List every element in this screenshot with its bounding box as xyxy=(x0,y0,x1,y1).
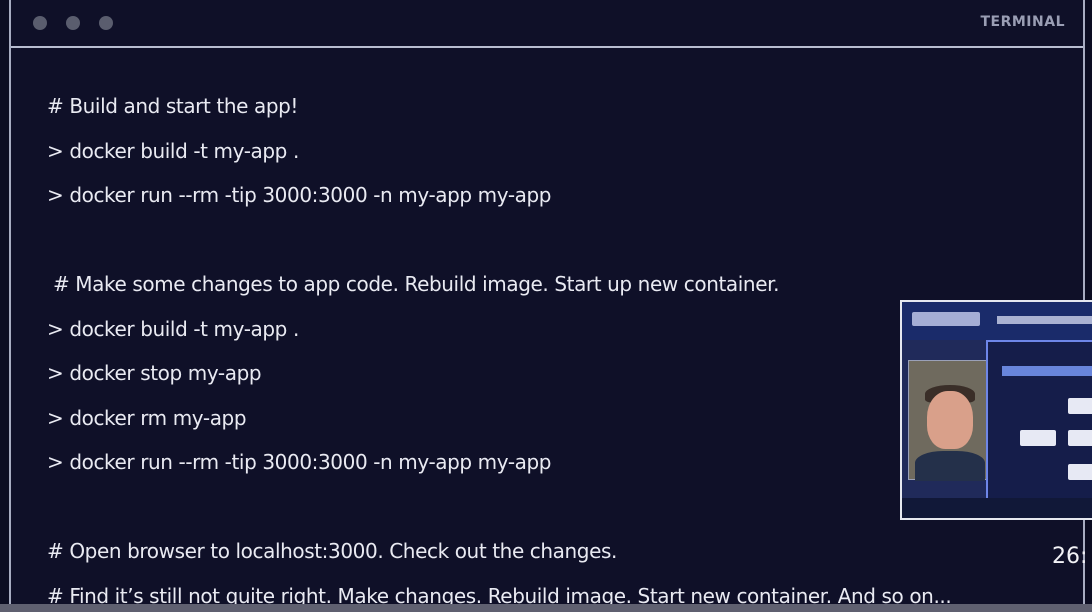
thumbnail-diagram-box xyxy=(1068,464,1092,480)
thumbnail-diagram-box xyxy=(1068,398,1092,414)
terminal-line: > docker run --rm -tip 3000:3000 -n my-a… xyxy=(47,183,552,207)
terminal-line: # Open browser to localhost:3000. Check … xyxy=(47,539,617,563)
window-maximize-dot-icon[interactable] xyxy=(99,16,113,30)
window-close-dot-icon[interactable] xyxy=(33,16,47,30)
picture-in-picture-thumbnail[interactable] xyxy=(900,300,1092,520)
thumbnail-slide-title xyxy=(1002,366,1092,376)
terminal-title: TERMINAL xyxy=(980,14,1065,30)
terminal-line: > docker build -t my-app . xyxy=(47,138,299,163)
terminal-line: # Build and start the app! xyxy=(47,94,299,118)
thumbnail-headline xyxy=(997,316,1092,324)
video-timestamp: 26: xyxy=(1052,544,1088,569)
thumbnail-header xyxy=(902,302,1092,340)
thumbnail-slide xyxy=(986,340,1092,502)
video-frame: TERMINAL # Build and start the app! > do… xyxy=(0,0,1092,612)
video-progress-bar[interactable] xyxy=(0,604,1092,612)
thumbnail-logo xyxy=(912,312,980,326)
speaker-webcam xyxy=(908,360,988,481)
speaker-shirt xyxy=(915,451,985,481)
window-minimize-dot-icon[interactable] xyxy=(66,16,80,30)
thumbnail-diagram-box xyxy=(1020,430,1056,446)
terminal-titlebar: TERMINAL xyxy=(11,0,1083,48)
thumbnail-diagram-box xyxy=(1068,430,1092,446)
thumbnail-footer xyxy=(902,498,1092,518)
speaker-face xyxy=(927,391,973,449)
